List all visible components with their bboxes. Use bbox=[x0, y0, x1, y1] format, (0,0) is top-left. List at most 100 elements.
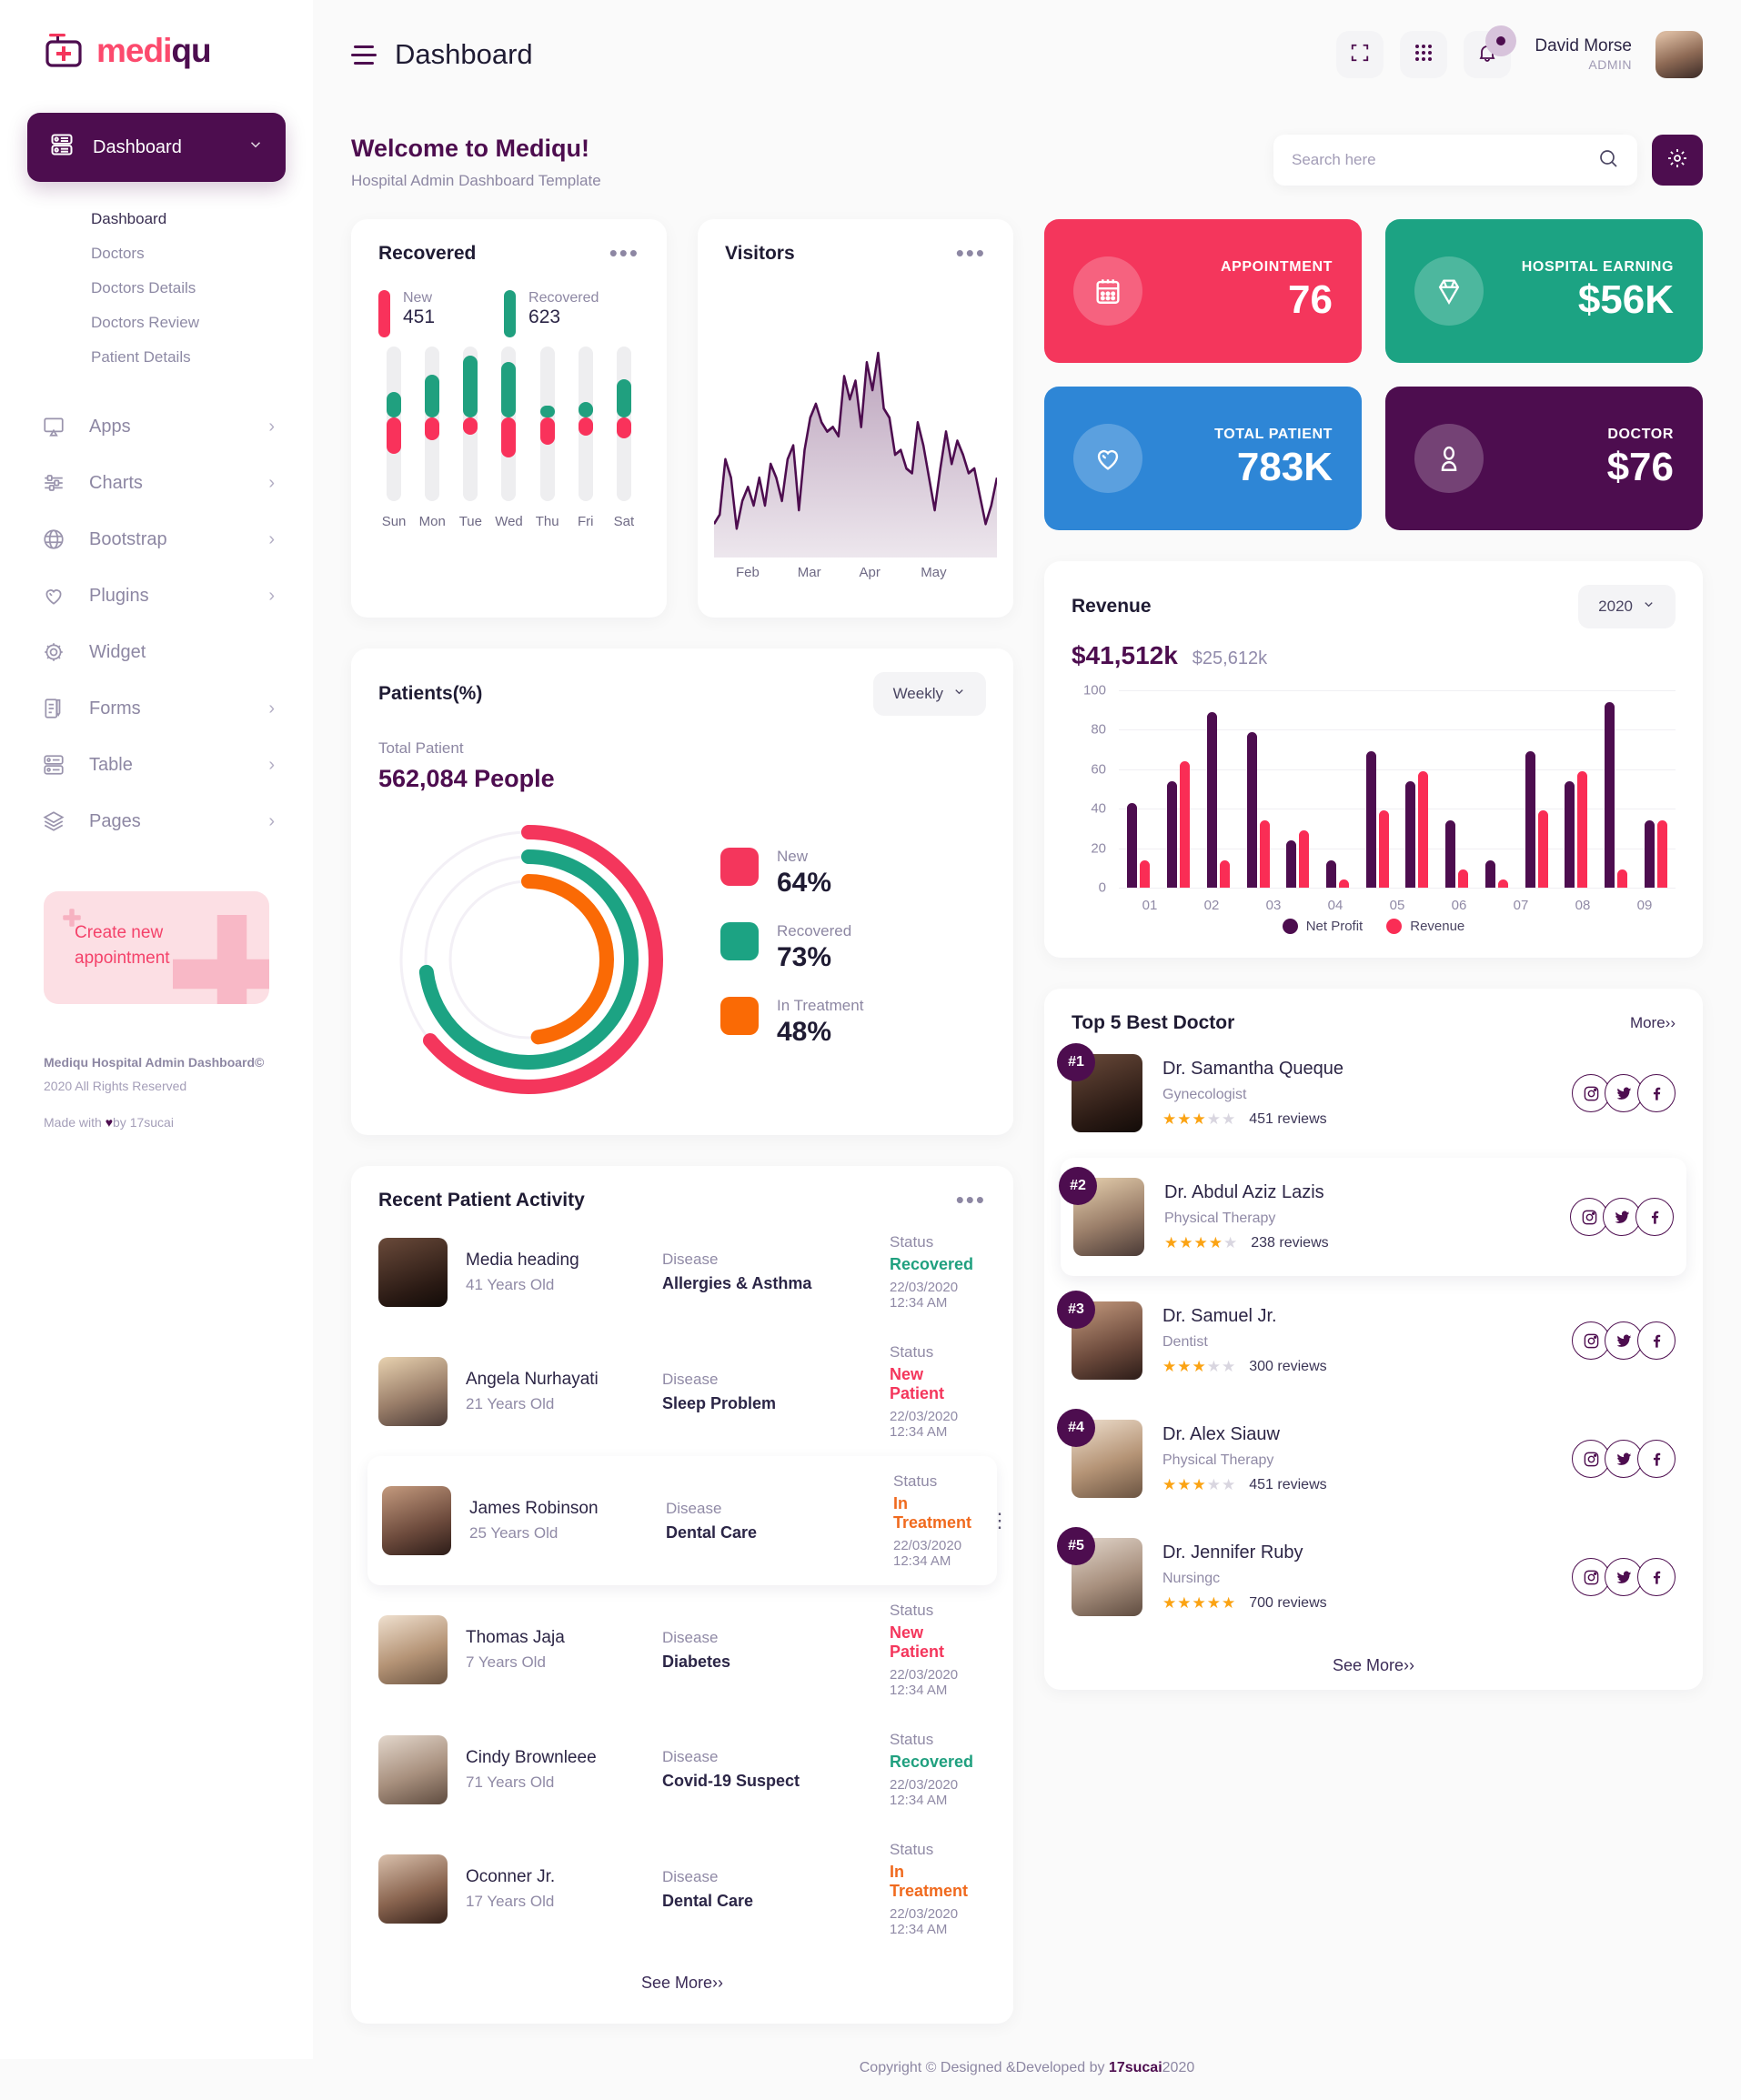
recovered-bar-recovered bbox=[578, 402, 593, 418]
stat-card-total-patient[interactable]: TOTAL PATIENT 783K bbox=[1044, 387, 1362, 530]
recovered-bar-recovered bbox=[425, 374, 440, 418]
facebook-icon[interactable] bbox=[1637, 1558, 1676, 1596]
menu-toggle-icon[interactable] bbox=[351, 45, 377, 65]
stat-card-appointment[interactable]: APPOINTMENT 76 bbox=[1044, 219, 1362, 363]
user-icon bbox=[1414, 424, 1484, 493]
sidebar-item-table[interactable]: Table › bbox=[0, 737, 313, 793]
page-title: Dashboard bbox=[395, 38, 533, 70]
fullscreen-button[interactable] bbox=[1336, 31, 1384, 78]
search-icon[interactable] bbox=[1597, 147, 1619, 174]
doctor-row[interactable]: #5 Dr. Jennifer Ruby Nursingc ★★★★★ 700 revi… bbox=[1044, 1518, 1703, 1636]
doctor-row[interactable]: #1 Dr. Samantha Queque Gynecologist ★★★★★ 45… bbox=[1044, 1034, 1703, 1152]
activity-row[interactable]: Angela Nurhayati 21 Years Old Disease Sleep… bbox=[351, 1327, 1013, 1456]
stat-card-hospital-earning[interactable]: HOSPITAL EARNING $56K bbox=[1385, 219, 1703, 363]
create-appointment-card[interactable]: Create new appointment bbox=[44, 891, 269, 1004]
avatar[interactable] bbox=[1655, 31, 1703, 78]
visitors-month-label: Apr bbox=[859, 565, 881, 580]
facebook-icon[interactable] bbox=[1637, 1440, 1676, 1478]
sidebar-item-bootstrap[interactable]: Bootstrap › bbox=[0, 511, 313, 568]
doctor-name: Dr. Samantha Queque bbox=[1162, 1058, 1344, 1079]
legend-swatch-new bbox=[720, 848, 759, 886]
activity-row[interactable]: James Robinson 25 Years Old Disease Dental … bbox=[367, 1456, 1010, 1585]
doctor-row[interactable]: #2 Dr. Abdul Aziz Lazis Physical Therapy ★★… bbox=[1059, 1158, 1686, 1276]
disease-value: Dental Care bbox=[666, 1522, 758, 1542]
sidebar-footer: Mediqu Hospital Admin Dashboard© 2020 Al… bbox=[0, 1004, 313, 1135]
chevron-right-icon: › bbox=[268, 472, 275, 493]
notifications-button[interactable] bbox=[1464, 25, 1517, 78]
status-time: 22/03/2020 12:34 AM bbox=[890, 1777, 959, 1808]
recovered-day-label: Tue bbox=[458, 514, 482, 529]
revenue-bar-group bbox=[1635, 690, 1676, 888]
recovered-bar-new bbox=[425, 417, 440, 441]
star-rating-icon: ★★★★★ bbox=[1164, 1233, 1239, 1251]
row-menu-icon[interactable]: ⋮ bbox=[990, 1510, 1010, 1530]
doctor-row[interactable]: #3 Dr. Samuel Jr. Dentist ★★★★★ 300 reviews bbox=[1044, 1281, 1703, 1400]
sidebar-item-pages[interactable]: Pages › bbox=[0, 793, 313, 849]
revenue-legend-label-net-profit: Net Profit bbox=[1305, 919, 1364, 934]
revenue-x-tick: 03 bbox=[1265, 898, 1282, 913]
doctor-rank-badge: #5 bbox=[1057, 1527, 1095, 1565]
sidebar-item-plugins[interactable]: Plugins › bbox=[0, 568, 313, 624]
patient-status-cell: Status Recovered 22/03/2020 12:34 AM bbox=[890, 1233, 973, 1311]
sidebar-subitem-doctors-details[interactable]: Doctors Details bbox=[91, 271, 313, 306]
visitors-card-menu-icon[interactable]: ••• bbox=[956, 242, 986, 265]
star-rating-icon: ★★★★★ bbox=[1162, 1357, 1237, 1375]
chevron-right-icon: › bbox=[268, 754, 275, 775]
revenue-bar-revenue bbox=[1140, 859, 1151, 888]
status-time: 22/03/2020 12:34 AM bbox=[890, 1906, 959, 1937]
sidebar-subitem-dashboard[interactable]: Dashboard bbox=[91, 202, 313, 236]
activity-row[interactable]: Cindy Brownleee 71 Years Old Disease Covid-… bbox=[351, 1714, 1013, 1824]
legend-swatch-intreatment bbox=[720, 997, 759, 1035]
sidebar-item-forms[interactable]: Forms › bbox=[0, 680, 313, 737]
patients-period-select[interactable]: Weekly bbox=[872, 672, 986, 716]
stat-value-total-patient: 783K bbox=[1236, 445, 1333, 489]
apps-grid-button[interactable] bbox=[1400, 31, 1448, 78]
sidebar-item-charts[interactable]: Charts › bbox=[0, 455, 313, 511]
status-label: Status bbox=[893, 1472, 938, 1490]
doctor-row[interactable]: #4 Dr. Alex Siauw Physical Therapy ★★★★★ 451… bbox=[1044, 1400, 1703, 1518]
facebook-icon[interactable] bbox=[1637, 1321, 1676, 1360]
revenue-bar-net-profit bbox=[1405, 780, 1416, 888]
activity-row[interactable]: Media heading 41 Years Old Disease Allergie… bbox=[351, 1217, 1013, 1327]
top-charts-row: Recovered ••• New 451 Recovered 623 Sun … bbox=[351, 219, 1013, 618]
patients-legend-new: New 64% bbox=[720, 848, 863, 899]
doctors-see-more-link[interactable]: See More›› bbox=[1044, 1636, 1703, 1681]
doctor-rank-badge: #1 bbox=[1057, 1043, 1095, 1081]
disease-label: Disease bbox=[662, 1867, 719, 1885]
patient-info: Thomas Jaja 7 Years Old bbox=[466, 1628, 644, 1672]
activity-row[interactable]: Oconner Jr. 17 Years Old Disease Dental Car… bbox=[351, 1824, 1013, 1954]
sidebar-item-plugins-label: Plugins bbox=[89, 585, 149, 606]
facebook-icon[interactable] bbox=[1635, 1198, 1674, 1236]
sidebar-subitem-patient-details[interactable]: Patient Details bbox=[91, 340, 313, 375]
recovered-card-menu-icon[interactable]: ••• bbox=[609, 242, 639, 265]
app-root: mediqu Dashboard Dashboard Doctors Docto… bbox=[0, 0, 1741, 2075]
sidebar-item-apps[interactable]: Apps › bbox=[0, 398, 313, 455]
sidebar-item-dashboard[interactable]: Dashboard bbox=[27, 113, 286, 182]
search-box[interactable] bbox=[1273, 135, 1637, 186]
doctor-rating: ★★★★★ 238 reviews bbox=[1164, 1234, 1329, 1252]
revenue-year-select[interactable]: 2020 bbox=[1578, 585, 1676, 628]
top-doctors-more-link[interactable]: More›› bbox=[1630, 1014, 1676, 1032]
patients-card-title: Patients(%) bbox=[378, 683, 483, 704]
stat-card-doctor[interactable]: DOCTOR $76 bbox=[1385, 387, 1703, 530]
status-label: Status bbox=[890, 1841, 934, 1858]
revenue-bar-net-profit bbox=[1246, 731, 1257, 888]
revenue-year-value: 2020 bbox=[1598, 598, 1633, 615]
revenue-bar-revenue bbox=[1616, 869, 1627, 888]
sidebar-subitem-doctors[interactable]: Doctors bbox=[91, 236, 313, 271]
revenue-y-tick: 60 bbox=[1091, 761, 1106, 778]
disease-label: Disease bbox=[662, 1251, 719, 1268]
recent-activity-menu-icon[interactable]: ••• bbox=[956, 1189, 986, 1211]
activity-row[interactable]: Thomas Jaja 7 Years Old Disease Diabetes Sta… bbox=[351, 1585, 1013, 1714]
facebook-icon[interactable] bbox=[1637, 1074, 1676, 1112]
user-info[interactable]: David Morse ADMIN bbox=[1535, 35, 1632, 73]
settings-button[interactable] bbox=[1652, 135, 1703, 186]
sidebar-item-widget[interactable]: Widget bbox=[0, 624, 313, 680]
visitors-month-label: Mar bbox=[797, 565, 821, 580]
brand-logo-area[interactable]: mediqu bbox=[0, 0, 313, 71]
search-input[interactable] bbox=[1292, 151, 1597, 169]
revenue-card-header: Revenue 2020 bbox=[1044, 561, 1703, 628]
revenue-bar-net-profit bbox=[1206, 711, 1217, 888]
activity-see-more-link[interactable]: See More›› bbox=[351, 1954, 1013, 1998]
sidebar-subitem-doctors-review[interactable]: Doctors Review bbox=[91, 306, 313, 340]
